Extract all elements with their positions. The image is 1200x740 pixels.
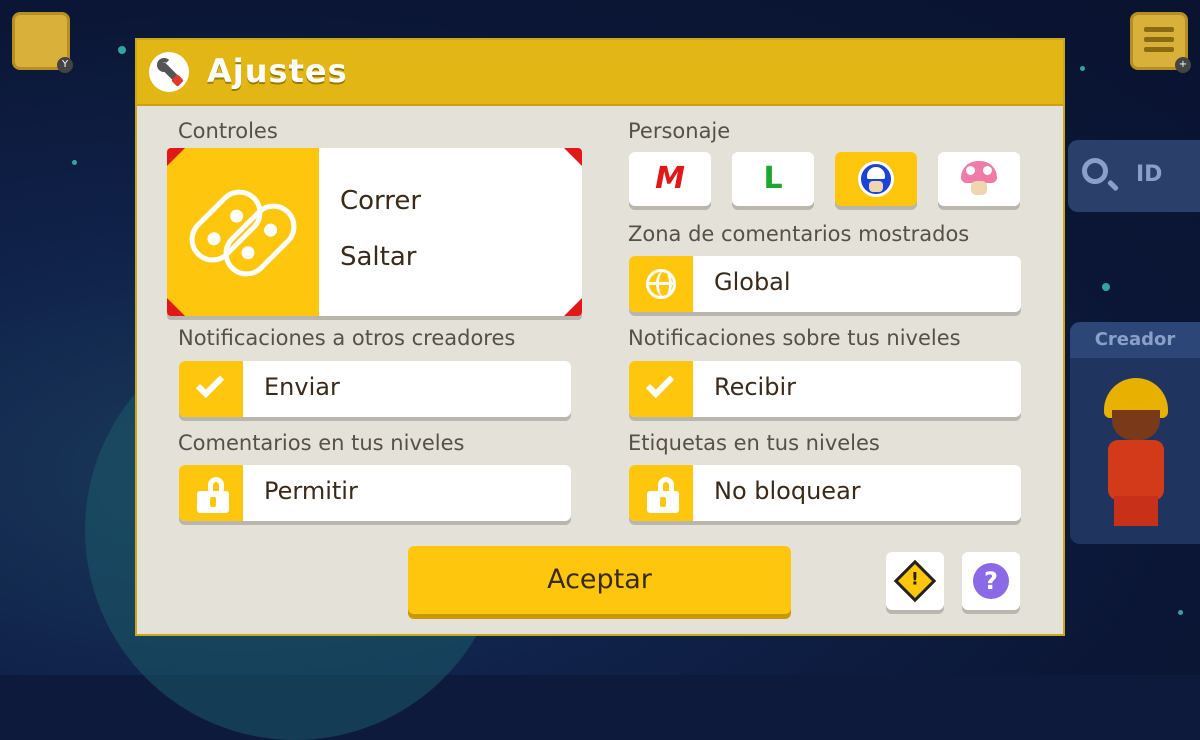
maker-profile-button[interactable]: Y (12, 12, 73, 73)
controls-jump-label: Saltar (340, 242, 417, 272)
tags-levels-button[interactable]: No bloquear (629, 465, 1021, 521)
warning-icon: ! (893, 559, 937, 603)
comment-zone-button[interactable]: Global (629, 256, 1021, 312)
star-decoration (1102, 283, 1110, 291)
comment-zone-value: Global (714, 268, 791, 296)
character-toad-button[interactable] (835, 152, 917, 206)
accept-button[interactable]: Aceptar (408, 546, 791, 614)
creator-header: Creador (1070, 322, 1200, 358)
tags-levels-value: No bloquear (714, 477, 861, 505)
help-button[interactable]: ? (962, 552, 1020, 610)
report-button[interactable]: ! (886, 552, 944, 610)
notify-others-value: Enviar (264, 373, 340, 401)
star-decoration (118, 46, 126, 54)
comment-zone-label: Zona de comentarios mostrados (628, 222, 970, 246)
warning-glyph: ! (911, 569, 919, 590)
search-icon (1082, 158, 1108, 184)
dialog-title: Ajustes (207, 52, 348, 90)
creator-panel[interactable]: Creador (1070, 322, 1200, 544)
character-label: Personaje (628, 119, 731, 143)
corner-marker (167, 148, 185, 166)
menu-icon (1144, 27, 1174, 57)
notify-levels-value: Recibir (714, 373, 796, 401)
character-luigi-button[interactable]: L (732, 152, 814, 206)
star-decoration (72, 160, 77, 165)
corner-marker (564, 298, 582, 316)
dialog-header: Ajustes (137, 40, 1063, 106)
question-icon: ? (973, 563, 1009, 599)
toadette-icon (961, 161, 997, 197)
controls-icon-area (167, 148, 319, 316)
comments-levels-button[interactable]: Permitir (179, 465, 571, 521)
character-mario-button[interactable]: M (629, 152, 711, 206)
corner-marker (564, 148, 582, 166)
button-badge-icon: Y (57, 57, 73, 73)
corner-marker (167, 298, 185, 316)
notify-others-label: Notificaciones a otros creadores (178, 326, 516, 350)
search-id-button[interactable]: ID (1068, 140, 1200, 212)
button-badge-icon: + (1175, 57, 1191, 73)
notify-levels-button[interactable]: Recibir (629, 361, 1021, 417)
lock-open-icon (197, 475, 229, 513)
joycon-icon (180, 180, 306, 286)
check-icon (645, 369, 675, 399)
wrench-icon (149, 52, 189, 92)
star-decoration (1178, 610, 1183, 615)
controls-button[interactable]: Correr Saltar (167, 148, 582, 316)
comments-levels-label: Comentarios en tus niveles (178, 431, 465, 455)
toad-icon (858, 161, 894, 197)
creator-avatar (1100, 378, 1172, 528)
star-decoration (1080, 66, 1085, 71)
notify-levels-label: Notificaciones sobre tus niveles (628, 326, 961, 350)
tags-levels-label: Etiquetas en tus niveles (628, 431, 880, 455)
mario-m-icon: M (655, 161, 685, 196)
globe-icon (646, 269, 676, 299)
check-icon (195, 369, 225, 399)
luigi-l-icon: L (763, 161, 783, 196)
controls-run-label: Correr (340, 186, 422, 216)
search-id-label: ID (1136, 162, 1163, 187)
notify-others-button[interactable]: Enviar (179, 361, 571, 417)
lock-open-icon (647, 475, 679, 513)
menu-button[interactable]: + (1130, 12, 1191, 73)
controls-label: Controles (178, 119, 278, 143)
comments-levels-value: Permitir (264, 477, 358, 505)
character-toadette-button[interactable] (938, 152, 1020, 206)
